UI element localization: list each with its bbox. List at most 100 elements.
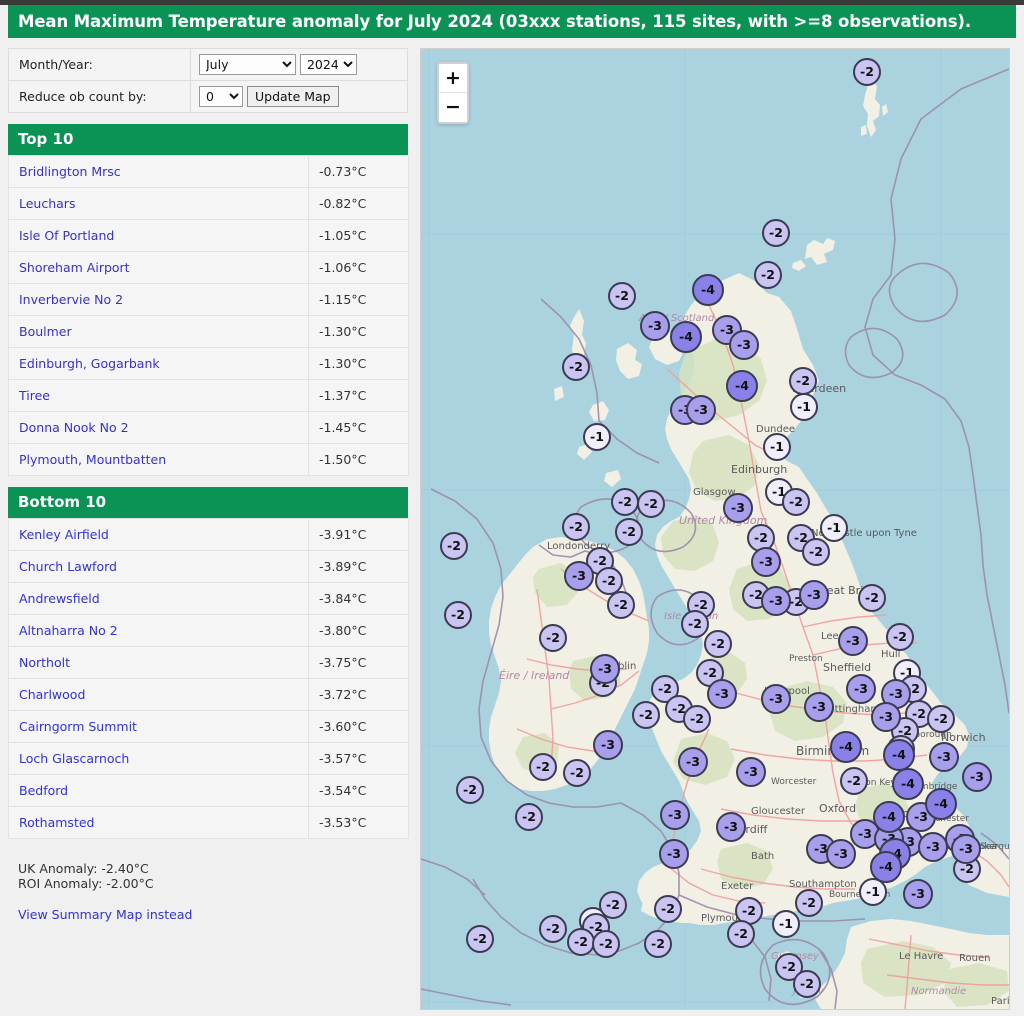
map-station-marker[interactable]: -2 xyxy=(608,282,636,310)
map-station-marker[interactable]: -3 xyxy=(799,580,829,610)
map-station-marker[interactable]: -2 xyxy=(644,930,672,958)
site-name-link[interactable]: Isle Of Portland xyxy=(8,219,309,252)
month-select[interactable]: JanuaryFebruaryMarchAprilMayJuneJulyAugu… xyxy=(199,54,296,75)
map-station-marker[interactable]: -3 xyxy=(903,879,933,909)
map-station-marker[interactable]: -2 xyxy=(683,705,711,733)
map-station-marker[interactable]: -4 xyxy=(692,274,724,306)
site-name-link[interactable]: Edinburgh, Gogarbank xyxy=(8,347,309,380)
map-station-marker[interactable]: -2 xyxy=(754,261,782,289)
map-station-marker[interactable]: -2 xyxy=(853,58,881,86)
site-name-link[interactable]: Bedford xyxy=(8,774,309,807)
map-station-marker[interactable]: -4 xyxy=(925,788,957,820)
map-station-marker[interactable]: -2 xyxy=(539,624,567,652)
map-station-marker[interactable]: -1 xyxy=(763,433,791,461)
site-name-link[interactable]: Bridlington Mrsc xyxy=(8,155,309,188)
site-name-link[interactable]: Charlwood xyxy=(8,678,309,711)
map-station-marker[interactable]: -2 xyxy=(632,701,660,729)
site-name-link[interactable]: Donna Nook No 2 xyxy=(8,411,309,444)
map-station-marker[interactable]: -4 xyxy=(892,768,924,800)
map-station-marker[interactable]: -2 xyxy=(793,970,821,998)
site-name-link[interactable]: Loch Glascarnoch xyxy=(8,742,309,775)
map-station-marker[interactable]: -3 xyxy=(804,692,834,722)
map-station-marker[interactable]: -2 xyxy=(727,920,755,948)
map-station-marker[interactable]: -3 xyxy=(929,742,959,772)
map-station-marker[interactable]: -2 xyxy=(840,767,868,795)
map-station-marker[interactable]: -4 xyxy=(830,731,862,763)
map-station-marker[interactable]: -3 xyxy=(678,747,708,777)
map-zoom-control[interactable]: + − xyxy=(437,62,469,124)
map-station-marker[interactable]: -2 xyxy=(886,623,914,651)
map-station-marker[interactable]: -3 xyxy=(761,684,791,714)
map-station-marker[interactable]: -2 xyxy=(762,219,790,247)
site-name-link[interactable]: Inverbervie No 2 xyxy=(8,283,309,316)
zoom-in-button[interactable]: + xyxy=(439,64,467,93)
reduce-ob-count-select[interactable]: 012345 xyxy=(199,86,243,107)
site-name-link[interactable]: Cairngorm Summit xyxy=(8,710,309,743)
map-station-marker[interactable]: -3 xyxy=(593,730,623,760)
map-station-marker[interactable]: -3 xyxy=(707,679,737,709)
map-station-marker[interactable]: -2 xyxy=(563,759,591,787)
map-station-marker[interactable]: -3 xyxy=(659,839,689,869)
year-select[interactable]: 20202021202220232024 xyxy=(299,54,357,75)
map-station-marker[interactable]: -2 xyxy=(456,776,484,804)
map-station-marker[interactable]: -2 xyxy=(444,601,472,629)
site-name-link[interactable]: Plymouth, Mountbatten xyxy=(8,443,309,476)
map-station-marker[interactable]: -2 xyxy=(567,928,595,956)
map-station-marker[interactable]: -2 xyxy=(789,367,817,395)
map-station-marker[interactable]: -3 xyxy=(716,812,746,842)
map-station-marker[interactable]: -3 xyxy=(729,330,759,360)
map-station-marker[interactable]: -2 xyxy=(858,584,886,612)
map-station-marker[interactable]: -3 xyxy=(826,839,856,869)
map-station-marker[interactable]: -3 xyxy=(751,547,781,577)
map-station-marker[interactable]: -4 xyxy=(870,851,902,883)
map-station-marker[interactable]: -4 xyxy=(873,801,905,833)
map-station-marker[interactable]: -1 xyxy=(820,514,848,542)
map-station-marker[interactable]: -3 xyxy=(660,800,690,830)
site-name-link[interactable]: Church Lawford xyxy=(8,550,309,583)
map-station-marker[interactable]: -3 xyxy=(564,561,594,591)
site-name-link[interactable]: Boulmer xyxy=(8,315,309,348)
site-name-link[interactable]: Rothamsted xyxy=(8,806,309,839)
map-station-marker[interactable]: -1 xyxy=(583,423,611,451)
site-name-link[interactable]: Tiree xyxy=(8,379,309,412)
map-station-marker[interactable]: -3 xyxy=(918,832,948,862)
map-station-marker[interactable]: -2 xyxy=(466,925,494,953)
map-station-marker[interactable]: -2 xyxy=(681,610,709,638)
map-station-marker[interactable]: -2 xyxy=(615,518,643,546)
map-station-marker[interactable]: -2 xyxy=(802,538,830,566)
map-station-marker[interactable]: -1 xyxy=(790,393,818,421)
map-station-marker[interactable]: -2 xyxy=(611,488,639,516)
map-station-marker[interactable]: -2 xyxy=(562,513,590,541)
map-station-marker[interactable]: -3 xyxy=(590,654,620,684)
site-name-link[interactable]: Andrewsfield xyxy=(8,582,309,615)
map-station-marker[interactable]: -3 xyxy=(846,674,876,704)
site-name-link[interactable]: Leuchars xyxy=(8,187,309,220)
map-station-marker[interactable]: -3 xyxy=(640,311,670,341)
map-station-marker[interactable]: -2 xyxy=(607,591,635,619)
map-station-marker[interactable]: -3 xyxy=(951,834,981,864)
map-station-marker[interactable]: -2 xyxy=(782,488,810,516)
map-station-marker[interactable]: -2 xyxy=(795,889,823,917)
map-station-marker[interactable]: -3 xyxy=(871,702,901,732)
map-station-marker[interactable]: -3 xyxy=(962,762,992,792)
map-station-marker[interactable]: -3 xyxy=(838,626,868,656)
map-station-marker[interactable]: -2 xyxy=(515,803,543,831)
map-station-marker[interactable]: -2 xyxy=(704,630,732,658)
update-map-button[interactable]: Update Map xyxy=(246,86,339,107)
site-name-link[interactable]: Shoreham Airport xyxy=(8,251,309,284)
map-station-marker[interactable]: -3 xyxy=(686,395,716,425)
map-station-marker[interactable]: -2 xyxy=(440,532,468,560)
map-station-marker[interactable]: -2 xyxy=(529,753,557,781)
map-station-marker[interactable]: -2 xyxy=(562,353,590,381)
map-station-marker[interactable]: -2 xyxy=(599,891,627,919)
map-station-marker[interactable]: -2 xyxy=(592,930,620,958)
map-station-marker[interactable]: -4 xyxy=(883,739,915,771)
map-station-marker[interactable]: -2 xyxy=(654,895,682,923)
map-station-marker[interactable]: -3 xyxy=(761,586,791,616)
map-station-marker[interactable]: -2 xyxy=(927,705,955,733)
site-name-link[interactable]: Northolt xyxy=(8,646,309,679)
zoom-out-button[interactable]: − xyxy=(439,93,467,122)
map-container[interactable]: Alba / Scotland Aberdeen Dundee Edinburgh Gl… xyxy=(420,48,1010,1010)
map-station-marker[interactable]: -2 xyxy=(637,490,665,518)
map-station-marker[interactable]: -2 xyxy=(539,915,567,943)
